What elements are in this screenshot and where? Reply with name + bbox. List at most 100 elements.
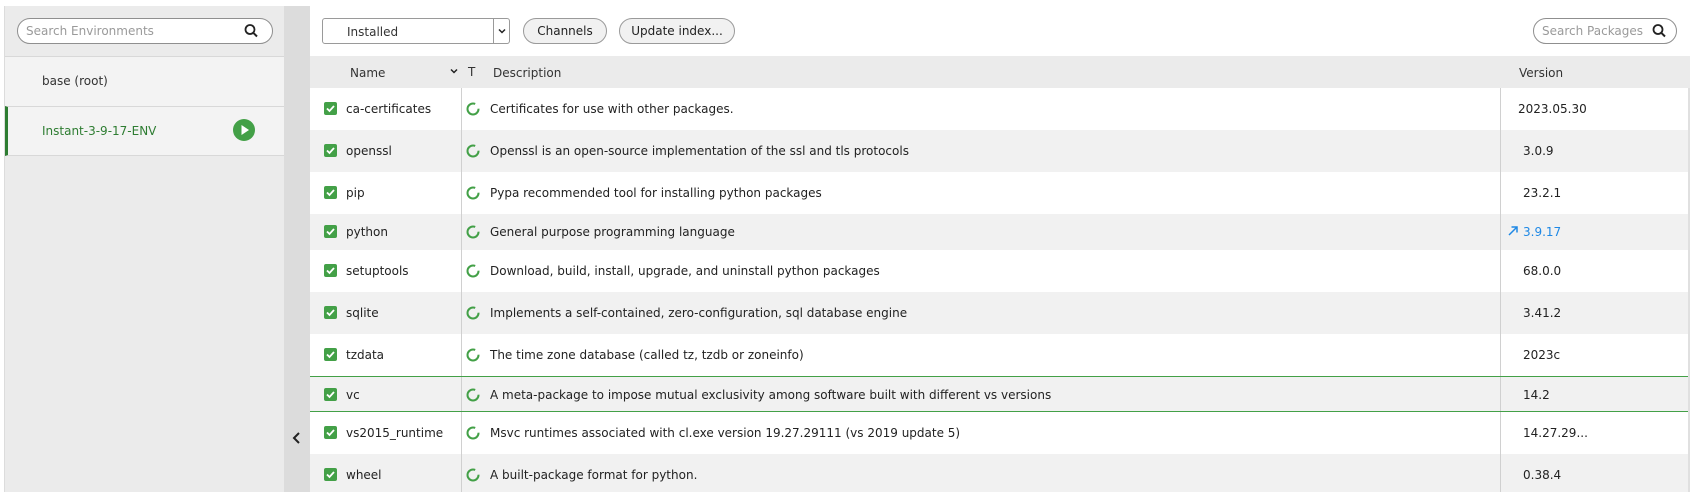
column-separator: [461, 172, 462, 214]
table-row[interactable]: wheel A built-package format for python.…: [310, 454, 1690, 492]
column-separator: [1500, 412, 1501, 454]
column-header-name[interactable]: Name: [350, 66, 385, 80]
package-filter-select[interactable]: Installed: [322, 18, 510, 44]
environment-item-instant-3-9-17-env[interactable]: Instant-3-9-17-ENV: [5, 106, 285, 156]
column-separator: [1500, 172, 1501, 214]
package-description: Openssl is an open-source implementation…: [490, 144, 909, 158]
column-separator: [461, 88, 462, 130]
package-description: Pypa recommended tool for installing pyt…: [490, 186, 822, 200]
environment-item-base[interactable]: base (root): [5, 56, 285, 106]
package-table: ca-certificates Certificates for use wit…: [310, 88, 1690, 492]
chevron-down-icon[interactable]: [493, 19, 509, 43]
column-separator: [461, 130, 462, 172]
table-row[interactable]: pip Pypa recommended tool for installing…: [310, 172, 1690, 214]
package-version: 14.2: [1523, 388, 1550, 402]
installed-checkbox[interactable]: [324, 468, 337, 481]
environment-name: base (root): [42, 74, 108, 88]
package-name: sqlite: [346, 306, 379, 320]
table-row[interactable]: sqlite Implements a self-contained, zero…: [310, 292, 1690, 334]
search-icon[interactable]: [242, 22, 262, 40]
installed-checkbox[interactable]: [324, 225, 337, 238]
package-search-box[interactable]: [1533, 18, 1677, 44]
table-row[interactable]: setuptools Download, build, install, upg…: [310, 250, 1690, 292]
environment-list: base (root) Instant-3-9-17-ENV: [5, 56, 285, 156]
table-row[interactable]: tzdata The time zone database (called tz…: [310, 334, 1690, 376]
package-version: 3.0.9: [1523, 144, 1554, 158]
column-header-description[interactable]: Description: [493, 66, 561, 80]
package-description: Download, build, install, upgrade, and u…: [490, 264, 880, 278]
packages-toolbar: Installed Channels Update index...: [310, 6, 1690, 56]
environment-name: Instant-3-9-17-ENV: [42, 124, 157, 138]
column-separator: [1500, 292, 1501, 334]
column-separator: [1500, 130, 1501, 172]
packages-panel: Installed Channels Update index... Name …: [310, 6, 1690, 492]
column-separator: [461, 454, 462, 492]
sort-chevron-icon[interactable]: [448, 65, 460, 77]
column-header-version[interactable]: Version: [1519, 66, 1563, 80]
environment-search-input[interactable]: [26, 19, 231, 43]
channels-button[interactable]: Channels: [523, 18, 607, 44]
installed-checkbox[interactable]: [324, 102, 337, 115]
table-row[interactable]: vs2015_runtime Msvc runtimes associated …: [310, 412, 1690, 454]
package-version: 2023c: [1523, 348, 1561, 362]
environment-search-box[interactable]: [17, 18, 273, 44]
column-separator: [1500, 250, 1501, 292]
package-description: The time zone database (called tz, tzdb …: [490, 348, 804, 362]
package-description: General purpose programming language: [490, 225, 735, 239]
status-ring-icon: [466, 468, 480, 482]
package-version: 3.41.2: [1523, 306, 1562, 320]
package-name: vs2015_runtime: [346, 426, 444, 440]
installed-checkbox[interactable]: [324, 306, 337, 319]
installed-checkbox[interactable]: [324, 388, 337, 401]
status-ring-icon: [466, 144, 480, 158]
package-name: ca-certificates: [346, 102, 432, 116]
package-description: A meta-package to impose mutual exclusiv…: [490, 388, 1052, 402]
package-filter-value: Installed: [347, 25, 399, 39]
package-name: vc: [346, 388, 360, 402]
package-name: python: [346, 225, 388, 239]
column-separator: [461, 250, 462, 292]
column-separator: [461, 412, 462, 454]
column-separator: [1500, 377, 1501, 411]
package-name: tzdata: [346, 348, 385, 362]
package-version: 68.0.0: [1523, 264, 1562, 278]
column-separator: [461, 214, 462, 250]
table-row[interactable]: ca-certificates Certificates for use wit…: [310, 88, 1690, 130]
column-header-type[interactable]: T: [468, 65, 475, 79]
package-version: 0.38.4: [1523, 468, 1562, 482]
installed-checkbox[interactable]: [324, 348, 337, 361]
column-separator: [1500, 214, 1501, 250]
search-icon[interactable]: [1650, 22, 1670, 40]
table-header: Name T Description Version: [310, 56, 1690, 88]
status-ring-icon: [466, 426, 480, 440]
installed-checkbox[interactable]: [324, 144, 337, 157]
table-row-selected[interactable]: vc A meta-package to impose mutual exclu…: [310, 376, 1690, 412]
installed-checkbox[interactable]: [324, 186, 337, 199]
play-icon[interactable]: [233, 119, 255, 141]
installed-checkbox[interactable]: [324, 264, 337, 277]
package-version: 23.2.1: [1523, 186, 1562, 200]
package-description: Certificates for use with other packages…: [490, 102, 734, 116]
installed-checkbox[interactable]: [324, 426, 337, 439]
column-separator: [461, 292, 462, 334]
status-ring-icon: [466, 264, 480, 278]
collapse-panel-icon[interactable]: [288, 428, 306, 448]
package-version: 3.9.17: [1523, 225, 1562, 239]
package-version: 2023.05.30: [1518, 102, 1587, 116]
table-row[interactable]: openssl Openssl is an open-source implem…: [310, 130, 1690, 172]
package-description: A built-package format for python.: [490, 468, 698, 482]
column-separator: [1500, 454, 1501, 492]
package-name: pip: [346, 186, 365, 200]
status-ring-icon: [466, 225, 480, 239]
update-index-button[interactable]: Update index...: [619, 18, 735, 44]
table-row[interactable]: python General purpose programming langu…: [310, 214, 1690, 250]
update-arrow-icon[interactable]: [1507, 225, 1519, 237]
package-name: openssl: [346, 144, 392, 158]
package-name: wheel: [346, 468, 382, 482]
package-search-input[interactable]: [1542, 19, 1647, 43]
environments-panel: base (root) Instant-3-9-17-ENV: [4, 6, 285, 492]
status-ring-icon: [466, 102, 480, 116]
column-separator: [1500, 88, 1501, 130]
column-separator: [461, 334, 462, 376]
vertical-scrollbar[interactable]: [1688, 88, 1690, 492]
